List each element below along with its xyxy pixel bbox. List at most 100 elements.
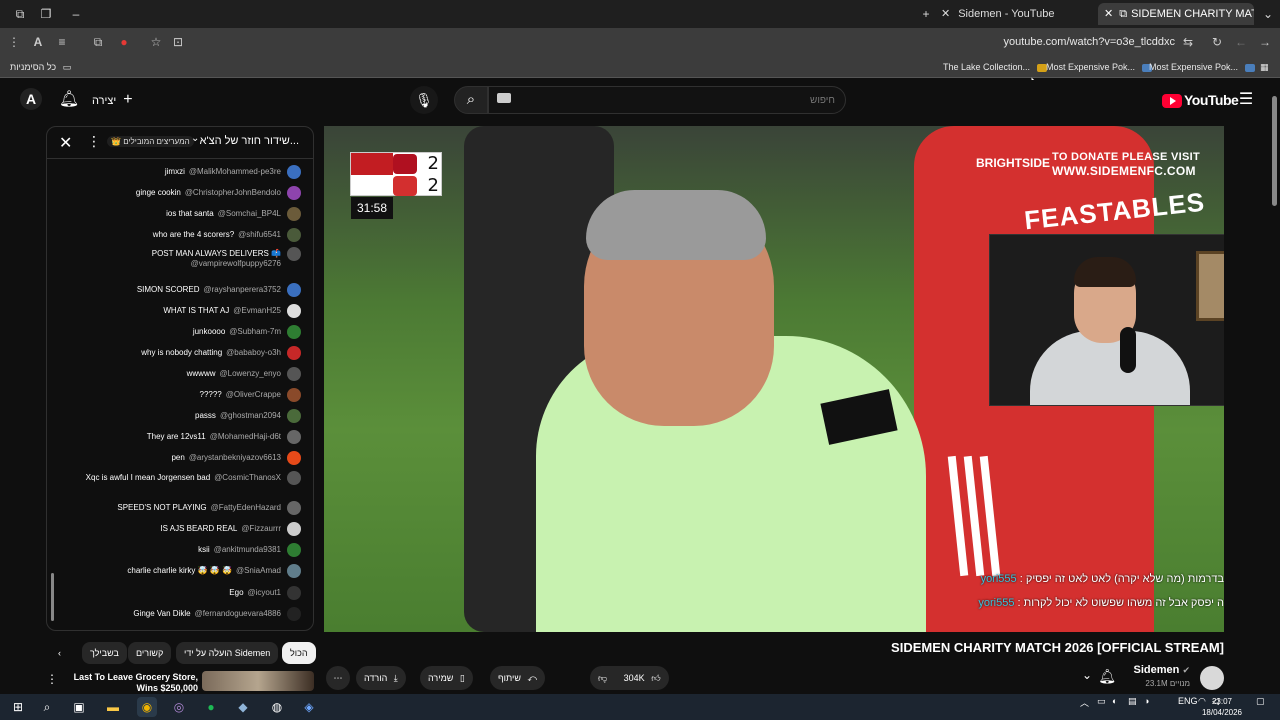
tray-overflow-icon[interactable]: ︿	[1080, 696, 1089, 709]
create-button[interactable]: יצירה +	[92, 88, 133, 112]
chat-avatar[interactable]	[287, 522, 301, 536]
close-chat-icon[interactable]: ✕	[59, 133, 72, 153]
youtube-logo[interactable]: YouTube	[1162, 90, 1239, 110]
like-dislike-button[interactable]: 👎︎ 304K 👍︎	[590, 666, 669, 690]
like-icon[interactable]: 👍︎	[651, 673, 660, 683]
chat-author[interactable]: @ankitmunda9381	[214, 545, 281, 554]
chat-avatar[interactable]	[287, 346, 301, 360]
chat-message[interactable]: jimxzi @MalikMohammed-pe3re	[73, 165, 301, 179]
chat-author[interactable]: @icyout1	[248, 588, 281, 597]
bookmarks-overflow-icon[interactable]: ▦	[1260, 56, 1269, 78]
chat-message[interactable]: WHAT IS THAT AJ @EvmanH25	[73, 304, 301, 318]
app-icon[interactable]: ◈	[299, 697, 319, 717]
chat-message[interactable]: who are the 4 scorers? @shifu6541	[73, 228, 301, 242]
chat-author[interactable]: @Somchai_BP4L	[218, 209, 281, 218]
chat-message[interactable]: ginge cookin @ChristopherJohnBendolo	[73, 186, 301, 200]
chat-message[interactable]: ????? @OliverCrappe	[73, 388, 301, 402]
chip-for-you[interactable]: בשבילך	[82, 642, 127, 664]
chat-avatar[interactable]	[287, 186, 301, 200]
tab-groups-icon[interactable]: ≡	[52, 32, 72, 52]
channel-name[interactable]: Sidemen ✔	[1134, 664, 1190, 676]
video-player[interactable]: 2 31:58 2 BRIGHTSIDE TO DONATE PLEASE VI…	[324, 126, 1224, 632]
chat-author[interactable]: @EvmanH25	[233, 306, 281, 315]
chat-more-icon[interactable]: ⋮	[87, 133, 101, 150]
install-app-icon[interactable]: ⊡	[168, 32, 188, 52]
chat-author[interactable]: @SniaAmad	[236, 566, 281, 575]
steam-icon[interactable]: ◆	[233, 697, 253, 717]
obs-icon[interactable]: ◍	[267, 697, 287, 717]
reload-icon[interactable]: ↻	[1207, 32, 1227, 52]
chat-avatar[interactable]	[287, 501, 301, 515]
chat-author[interactable]: @Lowenzy_enyo	[220, 369, 282, 378]
windows-start-icon[interactable]: ⊞	[8, 697, 28, 717]
chat-avatar[interactable]	[287, 586, 301, 600]
chips-scroll-left-icon[interactable]: ‹	[50, 642, 69, 664]
chat-avatar[interactable]	[287, 283, 301, 297]
chat-message[interactable]: ios that santa @Somchai_BP4L	[73, 207, 301, 221]
language-indicator[interactable]: ENG	[1178, 696, 1198, 706]
chat-message[interactable]: pen @arystanbekniyazov6613	[73, 451, 301, 465]
chip-uploaded-by-sidemen[interactable]: הועלה על ידי Sidemen	[176, 642, 279, 664]
chat-message[interactable]: wwwww @Lowenzy_enyo	[73, 367, 301, 381]
chat-author[interactable]: @FattyEdenHazard	[211, 503, 281, 512]
chat-message[interactable]: SIMON SCORED @rayshanperera3752	[73, 283, 301, 297]
chat-message[interactable]: charlie charlie kirky 🤯 🤯 🤯 @SniaAmad	[73, 564, 301, 578]
chat-message[interactable]: They are 12vs11 @MohamedHaji-d6t	[73, 430, 301, 444]
taskbar-clock[interactable]: 23:07 18/04/2026	[1202, 696, 1242, 718]
chip-all[interactable]: הכול	[282, 642, 316, 664]
taskbar-search-icon[interactable]: ⌕	[37, 697, 57, 717]
chat-message[interactable]: POST MAN ALWAYS DELIVERS 📫@vampirewolfpu…	[73, 247, 301, 269]
chat-scrollbar[interactable]	[51, 573, 54, 621]
voice-search-icon[interactable]: 🎙︎	[410, 86, 438, 114]
notifications-bell-icon[interactable]: 🔔︎	[57, 88, 81, 112]
chat-message[interactable]: IS AJS BEARD REAL @Fizzaurrr	[73, 522, 301, 536]
extensions-icon[interactable]: ⧉	[88, 32, 108, 52]
file-explorer-icon[interactable]: ▬	[103, 697, 123, 717]
chat-message[interactable]: ksii @ankitmunda9381	[73, 543, 301, 557]
chat-mode-selector[interactable]: 👑 המעריצים המובילים	[107, 136, 194, 147]
chat-message[interactable]: SPEED'S NOT PLAYING @FattyEdenHazard	[73, 501, 301, 515]
keyboard-icon[interactable]	[497, 93, 511, 103]
chat-author[interactable]: @MalikMohammed-pe3re	[189, 167, 281, 176]
profile-icon[interactable]: A	[28, 32, 48, 52]
chat-author[interactable]: @MohamedHaji-d6t	[210, 432, 281, 441]
tray-app-icon[interactable]: ◑	[1144, 696, 1149, 706]
recommended-video-title[interactable]: Last To Leave Grocery Store, Wins $250,0…	[62, 672, 198, 694]
chat-message[interactable]: why is nobody chatting @bababoy-o3h	[73, 346, 301, 360]
chat-message[interactable]: Xqc is awful I mean Jorgensen bad @Cosmic…	[73, 471, 301, 485]
minimize-icon[interactable]: –	[66, 4, 86, 24]
chat-author[interactable]: @CosmicThanosX	[214, 473, 281, 482]
recommended-video-thumbnail[interactable]	[202, 671, 314, 691]
hamburger-menu-icon[interactable]: ☰	[1236, 90, 1256, 110]
window-menu-icon[interactable]: ⧉	[10, 4, 30, 24]
dislike-icon[interactable]: 👎︎	[598, 673, 607, 683]
chat-avatar[interactable]	[287, 247, 301, 261]
chat-messages-list[interactable]: jimxzi @MalikMohammed-pe3re ginge cookin @C…	[47, 163, 313, 629]
chat-avatar[interactable]	[287, 325, 301, 339]
url-field[interactable]: youtube.com/watch?v=o3e_tlcddxc	[1003, 32, 1175, 52]
search-button[interactable]: ⌕	[454, 86, 488, 114]
tray-app-icon[interactable]: ◐	[1112, 696, 1117, 706]
chat-author[interactable]: @shifu6541	[238, 230, 281, 239]
site-settings-icon[interactable]: ⇆	[1178, 32, 1198, 52]
recommended-more-icon[interactable]: ⋮	[46, 672, 58, 686]
chat-author[interactable]: @Fizzaurrr	[241, 524, 281, 533]
chat-avatar[interactable]	[287, 430, 301, 444]
tray-app-icon[interactable]: ▤	[1128, 696, 1137, 707]
chevron-down-icon[interactable]: ⌄	[191, 133, 199, 144]
notifications-icon[interactable]: ▢	[1256, 696, 1265, 707]
spotify-icon[interactable]: ●	[201, 697, 221, 717]
chat-author[interactable]: @vampirewolfpuppy6276	[191, 259, 281, 268]
chat-message[interactable]: Ego @icyout1	[73, 586, 301, 600]
chat-author[interactable]: @Subham-7m	[229, 327, 281, 336]
restore-icon[interactable]: ❐	[36, 4, 56, 24]
forward-icon[interactable]: ←	[1231, 32, 1251, 52]
chat-avatar[interactable]	[287, 304, 301, 318]
tab-search-icon[interactable]: ⌄	[1258, 4, 1278, 24]
chat-author[interactable]: @bababoy-o3h	[226, 348, 281, 357]
chip-related[interactable]: קשורים	[128, 642, 172, 664]
download-button[interactable]: הורדה ⤓	[356, 666, 406, 690]
chat-message[interactable]: junkoooo @Subham-7m	[73, 325, 301, 339]
chat-avatar[interactable]	[287, 564, 301, 578]
bookmark-item[interactable]: Most Expensive Pok...	[1046, 56, 1152, 78]
